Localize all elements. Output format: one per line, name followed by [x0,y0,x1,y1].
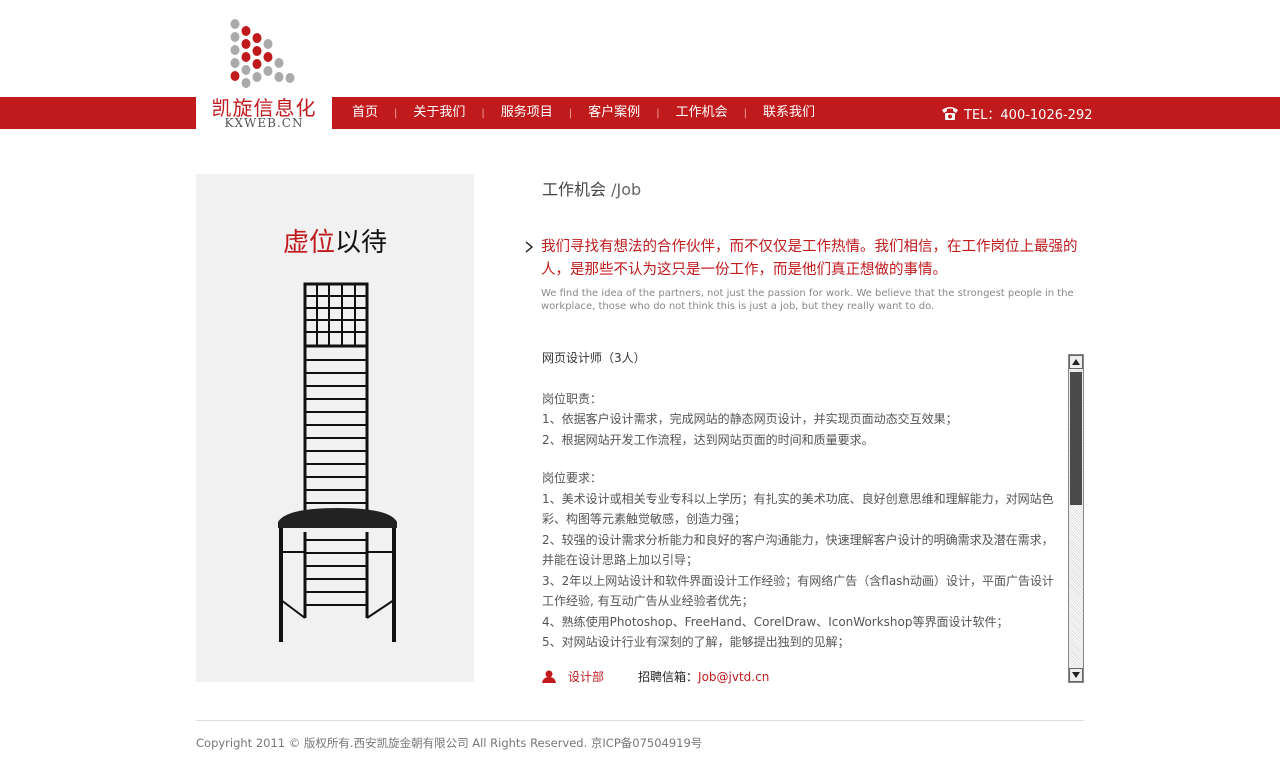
footer-divider [196,720,1084,721]
section-title: 工作机会 /Job [542,176,641,200]
job-description-box[interactable]: 网页设计师（3人） 岗位职责： 1、依据客户设计需求，完成网站的静态网页设计，并… [542,348,1062,654]
main-nav: 首页 | 关于我们 | 服务项目 | 客户案例 | 工作机会 | 联系我们 [336,97,831,129]
nav-item-services[interactable]: 服务项目 [485,97,569,129]
user-icon [542,670,556,683]
site-logo[interactable]: 凯旋信息化 KXWEB.CN [196,12,332,130]
scroll-up-button[interactable] [1069,355,1083,369]
arrow-down-icon [1072,672,1080,678]
nav-item-home[interactable]: 首页 [336,97,394,129]
lead-text-cn: 我们寻找有想法的合作伙伴，而不仅仅是工作热情。我们相信，在工作岗位上最强的人，是… [541,239,1078,278]
department-link[interactable]: 设计部 [568,668,604,685]
arrow-up-icon [1072,359,1080,365]
scroll-thumb[interactable] [1070,372,1082,505]
requirement-item: 3、2年以上网站设计和软件界面设计工作经验；有网络广告（含flash动画）设计，… [542,573,1055,609]
duty-item: 1、依据客户设计需求，完成网站的静态网页设计，并实现页面动态交互效果； [542,412,958,426]
panel-title: 虚位以待 [196,222,474,259]
panel-title-red: 虚位 [282,228,335,258]
job-scrollbar[interactable] [1068,354,1084,683]
logo-en-text: KXWEB.CN [224,116,304,130]
job-contact-row: 设计部 招聘信箱： Job@jvtd.cn [542,668,769,685]
mail-label: 招聘信箱： [638,670,699,684]
phone-icon [942,107,958,120]
left-image-panel: 虚位以待 [196,174,474,682]
nav-item-about[interactable]: 关于我们 [397,97,481,129]
requirement-item: 1、美术设计或相关专业专科以上学历；有扎实的美术功底、良好创意思维和理解能力，对… [542,491,1054,527]
section-title-en: /Job [606,180,642,199]
chevron-right-icon [525,241,534,253]
mail-link[interactable]: Job@jvtd.cn [698,670,769,684]
requirement-item: 2、较强的设计需求分析能力和良好的客户沟通能力，快速理解客户设计的明确需求及潜在… [542,532,1054,568]
duty-item: 2、根据网站开发工作流程，达到网站页面的时间和质量要求。 [542,432,874,447]
copyright-text: Copyright 2011 © 版权所有.西安凯旋金朝有限公司 All Rig… [196,736,703,750]
section-title-cn: 工作机会 [542,180,607,199]
duties-label: 岗位职责： [542,391,603,406]
telephone-number: TEL：400-1026-292 [964,107,1093,123]
nav-item-jobs[interactable]: 工作机会 [660,97,744,129]
lead-paragraph: 我们寻找有想法的合作伙伴，而不仅仅是工作热情。我们相信，在工作岗位上最强的人，是… [524,236,1084,313]
requirements-label: 岗位要求： [542,471,603,485]
telephone-info: TEL：400-1026-292 [940,97,1093,129]
scroll-down-button[interactable] [1069,668,1083,682]
requirement-item: 4、熟练使用Photoshop、FreeHand、CorelDraw、IconW… [542,614,1009,629]
panel-title-black: 以待 [335,228,388,258]
chair-illustration [278,282,397,642]
lead-text-en: We find the idea of the partners, not ju… [541,288,1074,312]
nav-item-contact[interactable]: 联系我们 [747,97,831,129]
logo-dots-icon [230,19,295,88]
requirement-item: 5、对网站设计行业有深刻的了解，能够提出独到的见解； [542,635,850,649]
job-title: 网页设计师（3人） [542,351,646,365]
nav-item-cases[interactable]: 客户案例 [572,97,656,129]
